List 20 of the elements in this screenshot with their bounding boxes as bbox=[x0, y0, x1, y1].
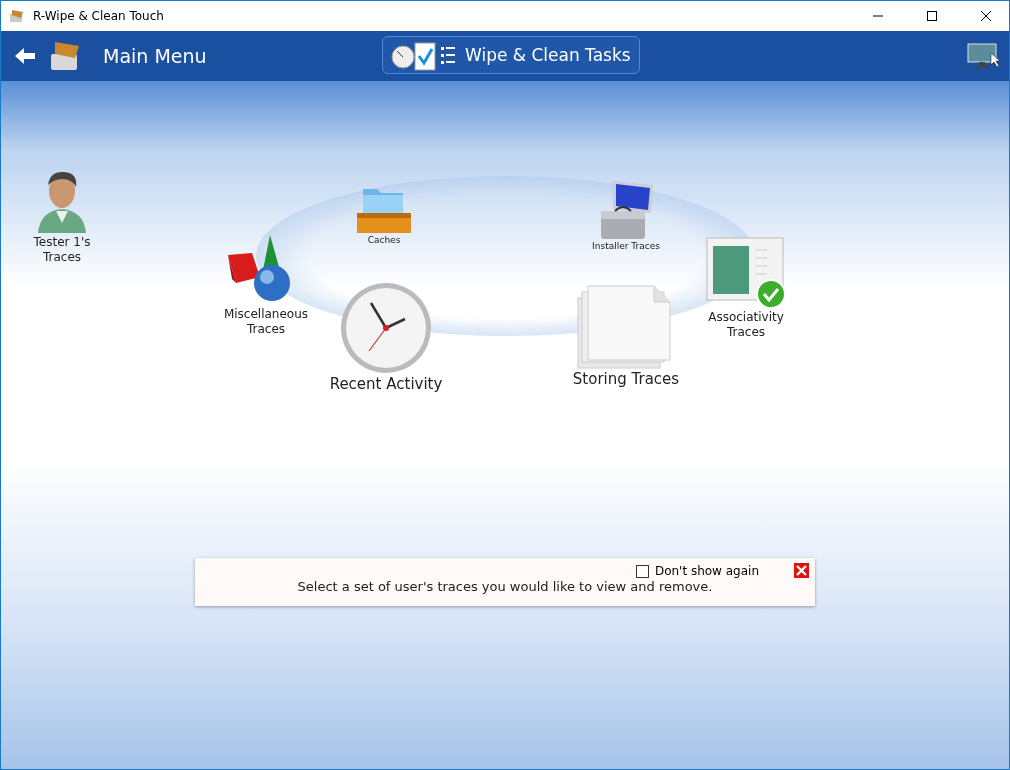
task-item[interactable]: Miscellaneous Traces bbox=[216, 233, 316, 337]
main-menu-label: Main Menu bbox=[103, 45, 207, 67]
maximize-icon bbox=[927, 11, 937, 21]
wipe-clean-tasks-button[interactable]: Wipe & Clean Tasks bbox=[382, 36, 640, 74]
task-item[interactable]: Storing Traces bbox=[561, 284, 691, 389]
task-item[interactable]: Associativity Traces bbox=[696, 236, 796, 340]
task-item[interactable]: Tester 1's Traces bbox=[22, 167, 102, 265]
app-logo-icon bbox=[9, 9, 25, 23]
window-checkmark-icon bbox=[705, 236, 787, 310]
clock-clipboard-list-icon bbox=[391, 39, 457, 71]
hint-text: Select a set of user's traces you would like to view and remove. bbox=[297, 579, 713, 594]
close-icon bbox=[981, 11, 991, 21]
back-icon[interactable] bbox=[15, 48, 35, 64]
dont-show-again-checkbox[interactable]: Don't show again bbox=[635, 564, 759, 578]
close-hint-button[interactable] bbox=[794, 563, 809, 578]
window-title: R-Wipe & Clean Touch bbox=[33, 9, 165, 23]
task-item[interactable]: Recent Activity bbox=[321, 281, 451, 394]
clock-icon bbox=[339, 281, 433, 375]
task-item[interactable]: Installer Traces bbox=[571, 179, 681, 253]
task-item[interactable]: Caches bbox=[344, 185, 424, 247]
